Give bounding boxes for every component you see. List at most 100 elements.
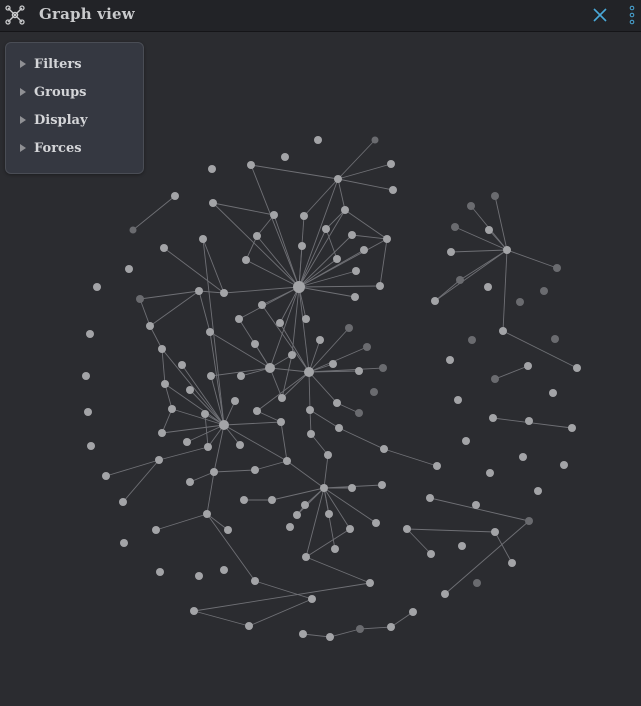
graph-node[interactable] [467, 202, 475, 210]
graph-node[interactable] [161, 380, 169, 388]
graph-node[interactable] [304, 367, 314, 377]
graph-node[interactable] [568, 424, 576, 432]
graph-node[interactable] [446, 356, 454, 364]
graph-node[interactable] [278, 394, 286, 402]
graph-node[interactable] [348, 484, 356, 492]
graph-node[interactable] [355, 409, 363, 417]
graph-node[interactable] [333, 255, 341, 263]
graph-node[interactable] [87, 442, 95, 450]
graph-node[interactable] [251, 340, 259, 348]
graph-node[interactable] [281, 153, 289, 161]
graph-node[interactable] [370, 388, 378, 396]
graph-node[interactable] [208, 165, 216, 173]
graph-node[interactable] [302, 315, 310, 323]
graph-node[interactable] [301, 501, 309, 509]
graph-node[interactable] [314, 136, 322, 144]
graph-node[interactable] [485, 226, 493, 234]
graph-node[interactable] [199, 235, 207, 243]
graph-node[interactable] [451, 223, 459, 231]
graph-node[interactable] [119, 498, 127, 506]
graph-icon[interactable] [4, 4, 26, 26]
graph-node[interactable] [326, 633, 334, 641]
graph-node[interactable] [195, 287, 203, 295]
graph-node[interactable] [346, 525, 354, 533]
panel-item-filters[interactable]: Filters [20, 53, 138, 75]
graph-node[interactable] [237, 372, 245, 380]
graph-node[interactable] [322, 225, 330, 233]
graph-node[interactable] [251, 466, 259, 474]
graph-node[interactable] [489, 414, 497, 422]
graph-node[interactable] [299, 630, 307, 638]
graph-node[interactable] [380, 445, 388, 453]
graph-node[interactable] [251, 577, 259, 585]
graph-node[interactable] [403, 525, 411, 533]
graph-node[interactable] [352, 267, 360, 275]
graph-node[interactable] [551, 335, 559, 343]
graph-node[interactable] [258, 301, 266, 309]
graph-node[interactable] [345, 324, 353, 332]
graph-node[interactable] [210, 468, 218, 476]
graph-node[interactable] [276, 319, 284, 327]
graph-node[interactable] [553, 264, 561, 272]
graph-node[interactable] [235, 315, 243, 323]
graph-node[interactable] [316, 336, 324, 344]
graph-node[interactable] [220, 289, 228, 297]
graph-node[interactable] [473, 579, 481, 587]
graph-node[interactable] [129, 226, 137, 234]
graph-node[interactable] [306, 406, 314, 414]
graph-node[interactable] [378, 481, 386, 489]
graph-node[interactable] [499, 327, 507, 335]
graph-node[interactable] [93, 283, 101, 291]
graph-node[interactable] [158, 345, 166, 353]
graph-node[interactable] [351, 293, 359, 301]
graph-node[interactable] [224, 526, 232, 534]
graph-node[interactable] [186, 478, 194, 486]
graph-node[interactable] [253, 407, 261, 415]
graph-node[interactable] [120, 539, 128, 547]
graph-node[interactable] [231, 397, 239, 405]
more-options-icon[interactable] [627, 3, 637, 27]
graph-node[interactable] [341, 206, 349, 214]
graph-node[interactable] [383, 235, 391, 243]
panel-item-groups[interactable]: Groups [20, 81, 138, 103]
graph-node[interactable] [379, 364, 387, 372]
graph-node[interactable] [454, 396, 462, 404]
graph-node[interactable] [441, 590, 449, 598]
graph-node[interactable] [491, 192, 499, 200]
graph-node[interactable] [325, 510, 333, 518]
graph-node[interactable] [242, 256, 250, 264]
graph-node[interactable] [209, 199, 217, 207]
graph-node[interactable] [456, 276, 464, 284]
graph-node[interactable] [86, 330, 94, 338]
graph-node[interactable] [84, 408, 92, 416]
graph-node[interactable] [524, 362, 532, 370]
graph-node[interactable] [540, 287, 548, 295]
graph-node[interactable] [283, 457, 291, 465]
graph-node[interactable] [160, 244, 168, 252]
graph-node[interactable] [203, 510, 211, 518]
close-icon[interactable] [590, 5, 610, 25]
graph-node[interactable] [525, 417, 533, 425]
graph-node[interactable] [302, 553, 310, 561]
graph-node[interactable] [171, 192, 179, 200]
graph-node[interactable] [265, 363, 275, 373]
graph-node[interactable] [363, 343, 371, 351]
graph-node[interactable] [270, 211, 278, 219]
graph-node[interactable] [288, 351, 296, 359]
graph-node[interactable] [525, 517, 533, 525]
graph-node[interactable] [433, 462, 441, 470]
graph-node[interactable] [508, 559, 516, 567]
graph-node[interactable] [355, 367, 363, 375]
graph-node[interactable] [516, 298, 524, 306]
graph-node[interactable] [206, 328, 214, 336]
graph-node[interactable] [247, 161, 255, 169]
graph-node[interactable] [484, 283, 492, 291]
graph-node[interactable] [190, 607, 198, 615]
graph-node[interactable] [333, 399, 341, 407]
graph-node[interactable] [204, 443, 212, 451]
graph-node[interactable] [201, 410, 209, 418]
graph-node[interactable] [462, 437, 470, 445]
graph-node[interactable] [324, 451, 332, 459]
graph-node[interactable] [431, 297, 439, 305]
graph-node[interactable] [491, 528, 499, 536]
